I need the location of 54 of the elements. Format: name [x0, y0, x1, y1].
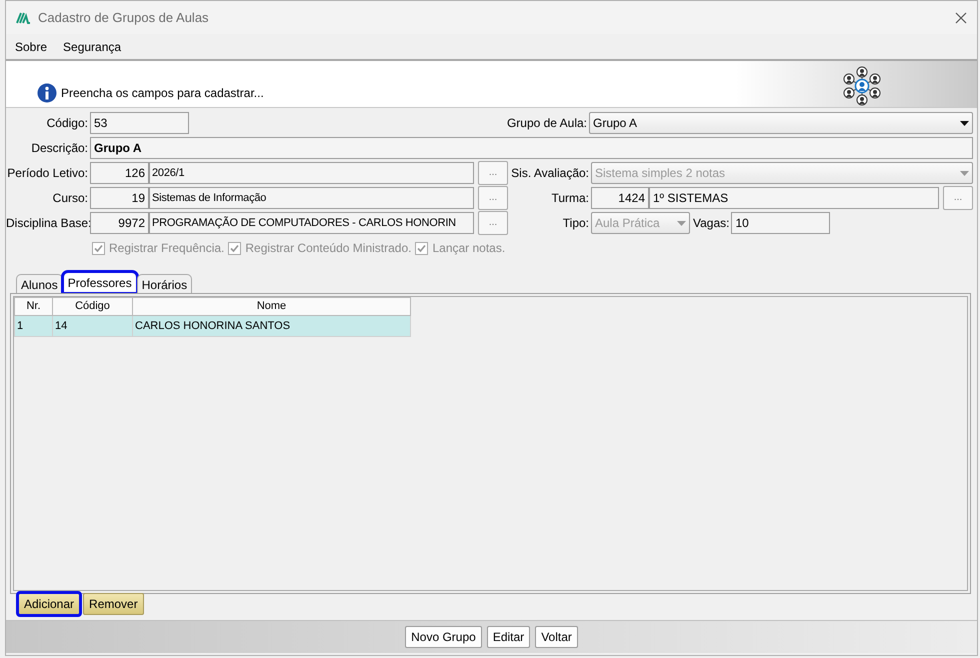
- code-field[interactable]: 1424: [591, 187, 649, 209]
- code-field[interactable]: 19: [90, 187, 149, 209]
- code-field[interactable]: 126: [90, 162, 149, 184]
- column-header: Nome: [132, 298, 410, 316]
- lookup-button[interactable]: ...: [943, 186, 973, 210]
- field-label: Grupo de Aula:: [506, 115, 588, 132]
- code-field[interactable]: 9972: [90, 212, 149, 234]
- field-label: Período Letivo:: [6, 165, 89, 182]
- dropdown[interactable]: Grupo A: [589, 112, 973, 134]
- field-label: Curso:: [52, 190, 89, 207]
- tab[interactable]: Professores: [62, 272, 137, 293]
- field-label: Tipo:: [562, 215, 590, 232]
- close-icon[interactable]: [955, 12, 967, 24]
- menu-item[interactable]: Sobre: [15, 38, 48, 56]
- tab[interactable]: Alunos: [16, 274, 63, 293]
- text-field[interactable]: Grupo A: [90, 137, 973, 159]
- action-button[interactable]: Adicionar: [18, 593, 80, 615]
- caret-icon: [677, 220, 686, 226]
- caret-icon: [960, 120, 969, 126]
- menu-item[interactable]: Segurança: [63, 38, 122, 56]
- window-title: Cadastro de Grupos de Aulas: [38, 8, 209, 27]
- field-label: Vagas:: [692, 215, 730, 232]
- table-cell: 14: [52, 316, 132, 336]
- name-field[interactable]: 1º SISTEMAS: [649, 187, 939, 209]
- column-header: Código: [52, 298, 132, 316]
- field-label: Descrição:: [30, 140, 89, 157]
- checkbox-label: Registrar Frequência.: [109, 240, 224, 257]
- field-label: Disciplina Base:: [6, 215, 90, 232]
- field-label: Turma:: [550, 190, 590, 207]
- column-header: Nr.: [14, 298, 52, 316]
- people-network-icon: [842, 66, 882, 106]
- table-cell: 1: [14, 316, 52, 336]
- lookup-button[interactable]: ...: [478, 161, 508, 185]
- info-message: Preencha os campos para cadastrar...: [61, 85, 264, 102]
- lookup-button[interactable]: ...: [478, 186, 508, 210]
- field-label: Sis. Avaliação:: [510, 165, 590, 182]
- footer-button[interactable]: Editar: [486, 626, 530, 648]
- footer-button[interactable]: Voltar: [535, 626, 578, 648]
- info-icon: [37, 83, 57, 103]
- tab[interactable]: Horários: [136, 274, 192, 293]
- lookup-button[interactable]: ...: [478, 211, 508, 235]
- text-field[interactable]: 10: [731, 212, 830, 234]
- name-field[interactable]: Sistemas de Informação: [149, 187, 474, 209]
- name-field[interactable]: PROGRAMAÇÃO DE COMPUTADORES - CARLOS HONORIN: [149, 212, 474, 234]
- logo-icon: [16, 12, 30, 24]
- checkbox-label: Registrar Conteúdo Ministrado.: [245, 240, 412, 257]
- text-field[interactable]: 53: [90, 112, 189, 134]
- checkbox-label: Lançar notas.: [432, 240, 506, 257]
- name-field[interactable]: 2026/1: [149, 162, 474, 184]
- field-label: Código:: [46, 115, 89, 132]
- caret-icon: [960, 170, 969, 176]
- footer-button[interactable]: Novo Grupo: [405, 626, 482, 648]
- action-button[interactable]: Remover: [83, 593, 144, 615]
- table-cell: CARLOS HONORINA SANTOS: [132, 316, 410, 336]
